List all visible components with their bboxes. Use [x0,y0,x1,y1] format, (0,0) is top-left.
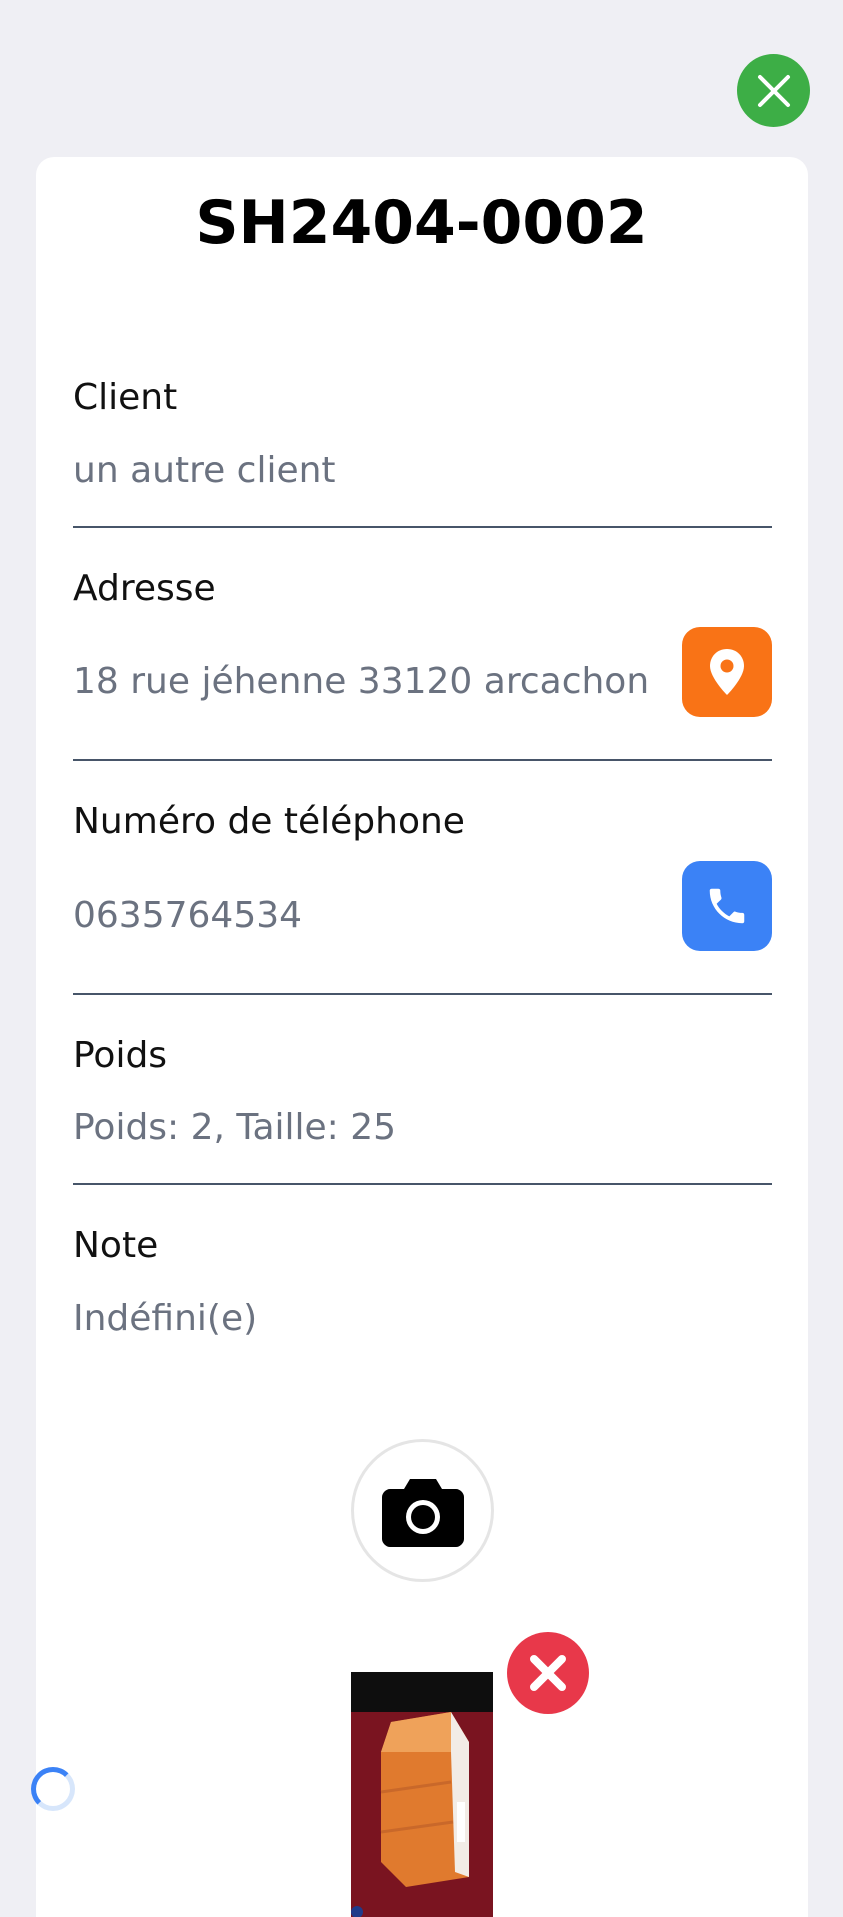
phone-value: 0635764534 [73,895,303,936]
open-map-button[interactable] [682,627,772,717]
divider [73,1183,772,1185]
client-label: Client [73,377,178,418]
weight-value: Poids: 2, Taille: 25 [73,1107,397,1148]
call-button[interactable] [682,861,772,951]
parcel-photo-image [351,1672,493,1917]
phone-icon [709,888,745,924]
shipment-reference: SH2404-0002 [195,188,648,258]
divider [73,526,772,528]
camera-button[interactable] [351,1439,494,1582]
divider [73,993,772,995]
map-pin-icon [710,649,744,695]
divider [73,759,772,761]
address-value: 18 rue jéhenne 33120 arcachon [73,661,650,702]
camera-icon [381,1478,464,1547]
note-value: Indéfini(e) [73,1298,258,1339]
close-icon [757,74,790,107]
weight-label: Poids [73,1035,168,1076]
loading-spinner [31,1767,75,1811]
note-label: Note [73,1225,159,1266]
remove-photo-button[interactable] [507,1632,589,1714]
remove-icon [530,1655,566,1691]
client-value: un autre client [73,450,336,491]
phone-label: Numéro de téléphone [73,801,465,842]
close-button[interactable] [737,54,810,127]
address-label: Adresse [73,568,216,609]
parcel-photo[interactable] [351,1672,493,1917]
